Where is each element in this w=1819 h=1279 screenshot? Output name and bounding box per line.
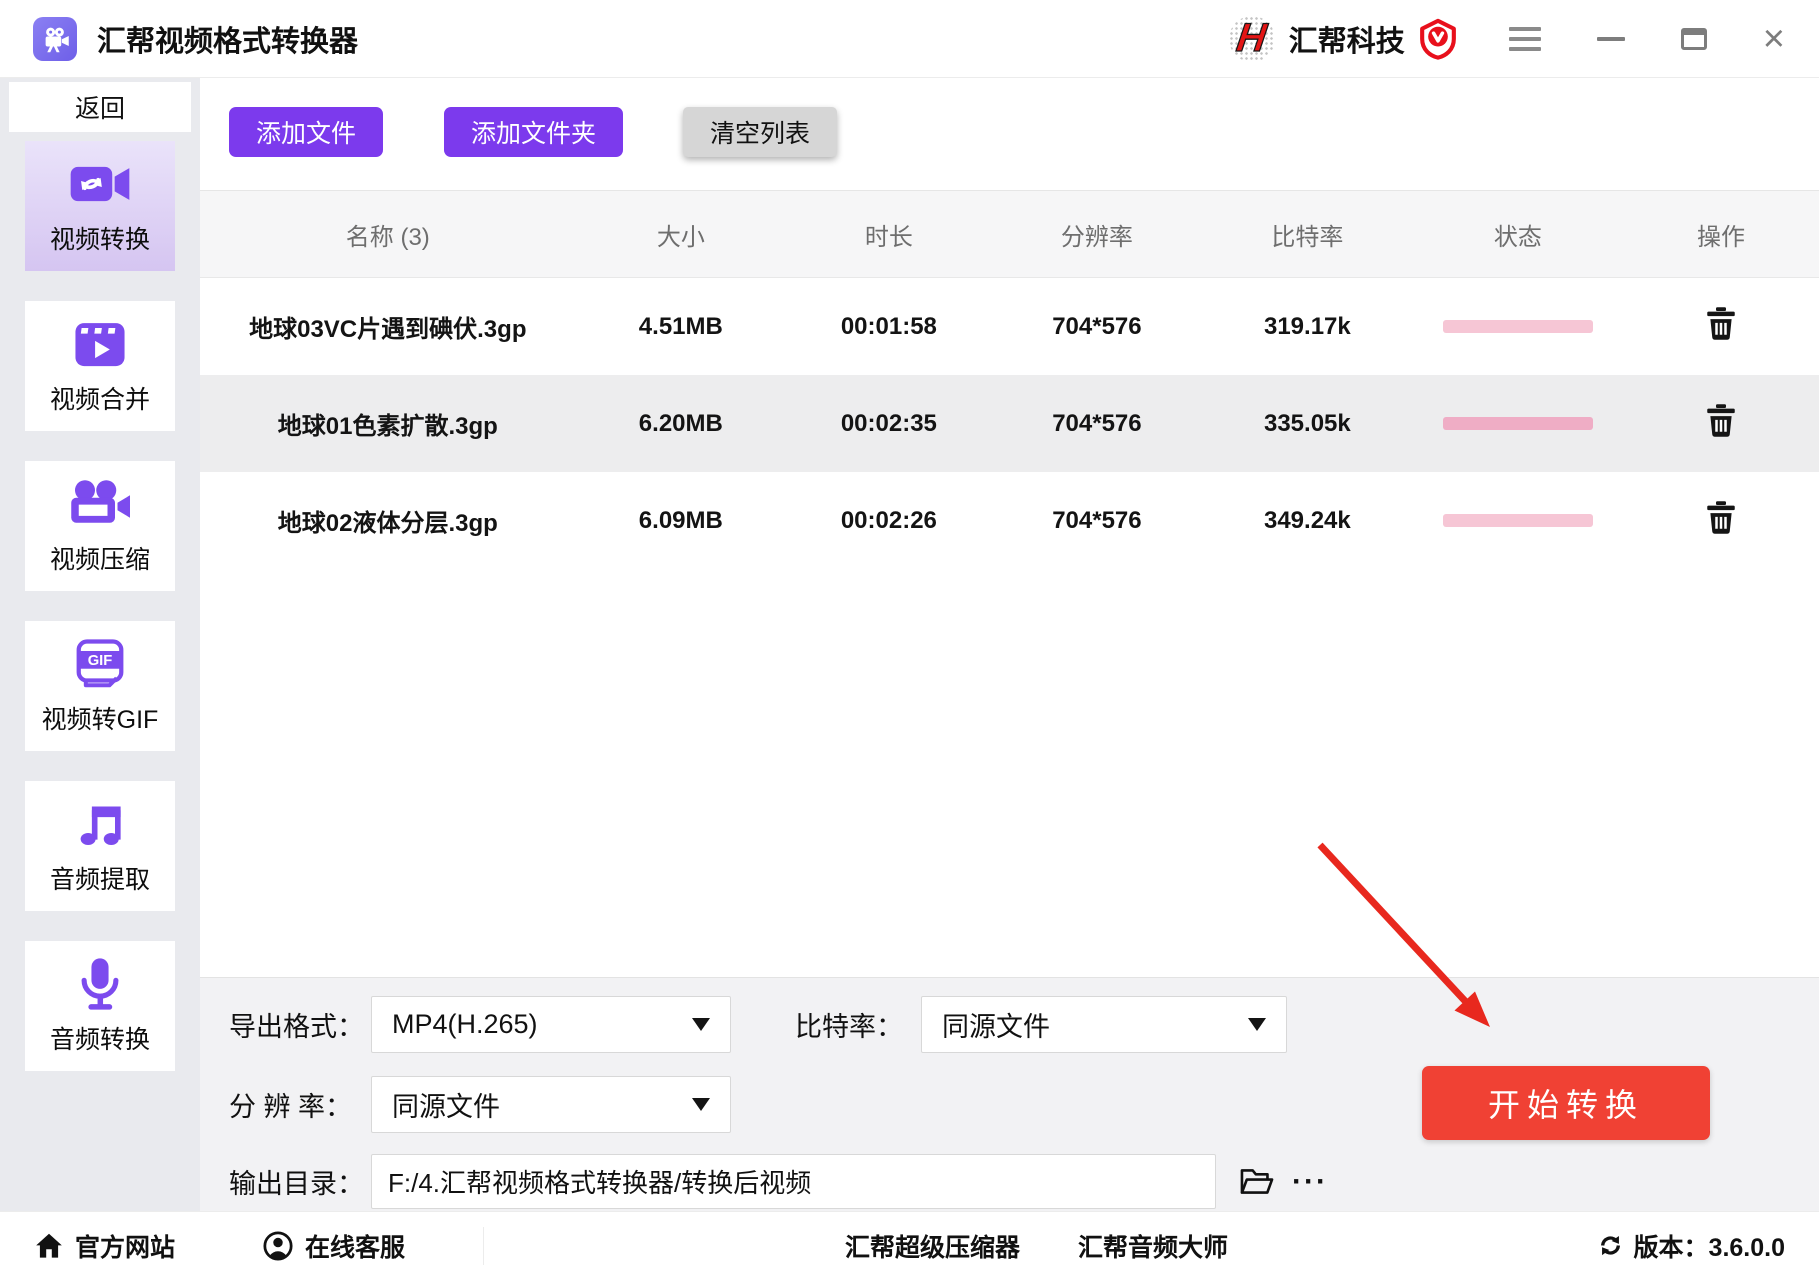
table-row[interactable]: 地球02液体分层.3gp 6.09MB 00:02:26 704*576 349… <box>200 472 1819 569</box>
export-format-value: MP4(H.265) <box>392 1009 538 1039</box>
sidebar-item-label: 视频压缩 <box>49 545 150 574</box>
cell-bitrate: 319.17k <box>1263 312 1351 340</box>
bitrate-label: 比特率： <box>795 1012 903 1042</box>
back-button[interactable]: 返回 <box>9 82 191 132</box>
add-folder-button[interactable]: 添加文件夹 <box>444 107 624 157</box>
toolbar: 添加文件 添加文件夹 清空列表 <box>200 78 1819 157</box>
home-icon <box>36 1233 62 1258</box>
header-name: 名称 (3) <box>345 223 430 251</box>
menu-icon[interactable] <box>1508 26 1541 51</box>
movie-camera-glyph <box>45 27 69 52</box>
cell-duration: 00:02:26 <box>840 506 937 534</box>
video-compress-icon <box>70 477 130 531</box>
cell-size: 6.09MB <box>638 506 723 534</box>
audio-extract-icon <box>75 797 125 851</box>
progress-bar <box>1442 417 1593 430</box>
minimize-icon[interactable] <box>1596 36 1625 41</box>
verified-shield-icon <box>1419 18 1456 60</box>
add-file-button[interactable]: 添加文件 <box>229 107 384 157</box>
cell-resolution: 704*576 <box>1052 409 1142 437</box>
header-duration: 时长 <box>864 223 913 251</box>
cell-name: 地球02液体分层.3gp <box>277 510 498 537</box>
sidebar-item-video-compress[interactable]: 视频压缩 <box>25 461 175 591</box>
sidebar-item-label: 视频合并 <box>49 385 150 414</box>
sidebar-item-video-convert[interactable]: 视频转换 <box>25 141 175 271</box>
customer-service-icon <box>263 1230 293 1261</box>
export-format-select[interactable]: MP4(H.265) <box>371 996 731 1053</box>
browse-more-button[interactable]: ··· <box>1292 1166 1328 1197</box>
clear-list-button[interactable]: 清空列表 <box>683 107 838 157</box>
brand-logo-icon: H <box>1225 12 1279 66</box>
maximize-icon[interactable] <box>1680 27 1707 50</box>
cell-resolution: 704*576 <box>1052 312 1142 340</box>
delete-icon[interactable] <box>1706 403 1736 437</box>
sidebar-item-video-to-gif[interactable]: GIF 视频转GIF <box>25 621 175 751</box>
bitrate-value: 同源文件 <box>942 1012 1050 1042</box>
header-resolution: 分辨率 <box>1060 223 1133 251</box>
cell-bitrate: 335.05k <box>1263 409 1351 437</box>
header-status: 状态 <box>1493 223 1542 251</box>
super-compressor-link[interactable]: 汇帮超级压缩器 <box>845 1228 1020 1264</box>
sidebar-item-audio-convert[interactable]: 音频转换 <box>25 941 175 1071</box>
cell-bitrate: 349.24k <box>1263 506 1351 534</box>
sidebar: 返回 视频转换 视频合并 视频压缩 GIF 视频转GIF 音频提取 音频转换 <box>0 78 200 1211</box>
sidebar-item-label: 音频提取 <box>49 865 150 894</box>
video-merge-icon <box>73 317 127 371</box>
main-panel: 添加文件 添加文件夹 清空列表 名称 (3) 大小 时长 分辨率 比特率 状态 … <box>200 78 1819 1211</box>
header-bitrate: 比特率 <box>1271 223 1344 251</box>
resolution-value: 同源文件 <box>392 1092 500 1122</box>
chevron-down-icon <box>1248 1018 1266 1031</box>
start-convert-button[interactable]: 开始转换 <box>1422 1066 1710 1140</box>
audio-master-link[interactable]: 汇帮音频大师 <box>1078 1228 1228 1264</box>
table-row[interactable]: 地球03VC片遇到碘伏.3gp 4.51MB 00:01:58 704*576 … <box>200 278 1819 375</box>
audio-convert-icon <box>78 957 122 1011</box>
settings-panel: 导出格式： MP4(H.265) 比特率： 同源文件 分 辨 率： 同源文件 输… <box>200 977 1819 1211</box>
bitrate-select[interactable]: 同源文件 <box>921 996 1287 1053</box>
svg-text:GIF: GIF <box>88 653 113 669</box>
cell-size: 4.51MB <box>638 312 723 340</box>
table-header: 名称 (3) 大小 时长 分辨率 比特率 状态 操作 <box>200 190 1819 278</box>
sidebar-item-label: 视频转换 <box>49 225 150 254</box>
cell-name: 地球01色素扩散.3gp <box>277 413 498 440</box>
video-to-gif-icon: GIF <box>74 637 126 691</box>
official-site-link[interactable]: 官方网站 <box>35 1228 175 1264</box>
open-folder-icon[interactable] <box>1240 1167 1274 1196</box>
progress-bar <box>1442 514 1593 527</box>
app-icon <box>33 16 77 61</box>
file-table: 名称 (3) 大小 时长 分辨率 比特率 状态 操作 地球03VC片遇到碘伏.3… <box>200 190 1819 569</box>
resolution-select[interactable]: 同源文件 <box>371 1076 731 1133</box>
cell-name: 地球03VC片遇到碘伏.3gp <box>249 316 527 343</box>
brand-name: 汇帮科技 <box>1288 25 1405 58</box>
sidebar-item-label: 音频转换 <box>49 1025 150 1054</box>
chevron-down-icon <box>692 1098 710 1111</box>
version-text: 版本：3.6.0.0 <box>1633 1233 1785 1262</box>
table-row[interactable]: 地球01色素扩散.3gp 6.20MB 00:02:35 704*576 335… <box>200 375 1819 472</box>
footer-bar: 官方网站 在线客服 汇帮超级压缩器 汇帮音频大师 版本：3.6.0.0 <box>0 1211 1819 1279</box>
header-action: 操作 <box>1697 223 1746 251</box>
cell-duration: 00:02:35 <box>840 409 937 437</box>
title-bar: 汇帮视频格式转换器 H 汇帮科技 × <box>0 0 1819 78</box>
app-title: 汇帮视频格式转换器 <box>97 25 359 58</box>
header-size: 大小 <box>656 223 705 251</box>
output-dir-input[interactable]: F:/4.汇帮视频格式转换器/转换后视频 <box>371 1154 1216 1209</box>
refresh-icon <box>1600 1235 1620 1256</box>
sidebar-item-label: 视频转GIF <box>41 705 159 734</box>
close-icon[interactable]: × <box>1763 20 1785 58</box>
sidebar-item-video-merge[interactable]: 视频合并 <box>25 301 175 431</box>
chevron-down-icon <box>692 1018 710 1031</box>
delete-icon[interactable] <box>1706 306 1736 340</box>
cell-duration: 00:01:58 <box>840 312 937 340</box>
resolution-label: 分 辨 率： <box>229 1092 353 1122</box>
sidebar-item-audio-extract[interactable]: 音频提取 <box>25 781 175 911</box>
export-format-label: 导出格式： <box>229 1012 364 1042</box>
footer-divider <box>483 1226 485 1265</box>
cell-size: 6.20MB <box>638 409 723 437</box>
progress-bar <box>1442 320 1593 333</box>
version-info: 版本：3.6.0.0 <box>1597 1228 1785 1264</box>
online-service-link[interactable]: 在线客服 <box>263 1228 405 1264</box>
video-convert-icon <box>69 157 131 211</box>
delete-icon[interactable] <box>1706 500 1736 534</box>
cell-resolution: 704*576 <box>1052 506 1142 534</box>
output-dir-label: 输出目录： <box>229 1169 364 1199</box>
